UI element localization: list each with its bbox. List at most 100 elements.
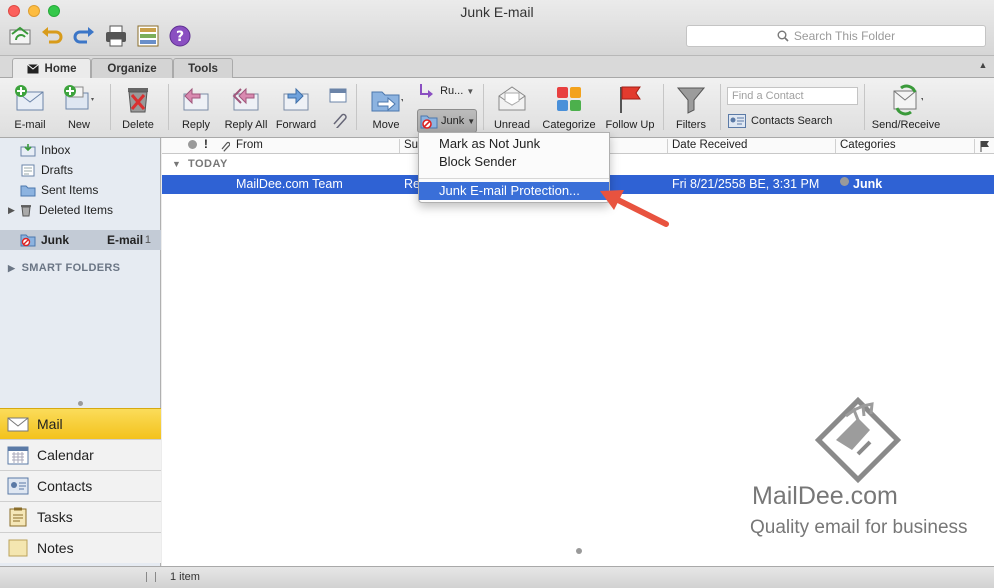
column-from[interactable]: From: [236, 139, 263, 151]
nav-tasks[interactable]: Tasks: [0, 501, 161, 532]
move-folder-icon: [371, 91, 403, 112]
watermark-brand: MailDee.com: [752, 482, 898, 510]
search-input[interactable]: Search This Folder: [686, 25, 986, 47]
categorize-button[interactable]: Categorize: [540, 82, 598, 134]
smart-folders-header[interactable]: ▶ SMART FOLDERS: [8, 262, 120, 274]
collapse-triangle-icon[interactable]: ▼: [172, 159, 181, 169]
tab-tools-label: Tools: [188, 62, 218, 75]
column-divider: [835, 139, 836, 153]
group-label: TODAY: [187, 158, 228, 170]
send-receive-icon: [893, 84, 923, 116]
follow-up-button[interactable]: Follow Up: [603, 82, 657, 134]
forward-label: Forward: [275, 119, 317, 131]
splitter-handle[interactable]: [576, 548, 582, 554]
column-divider: [667, 139, 668, 153]
contacts-search-button[interactable]: Contacts Search: [728, 112, 832, 130]
message-category: Junk: [853, 177, 883, 191]
nav-contacts[interactable]: Contacts: [0, 470, 161, 501]
disclosure-triangle-icon[interactable]: ▶: [8, 263, 15, 273]
junk-dropdown-menu: Mark as Not Junk Block Sender Junk E-mai…: [418, 132, 610, 203]
filters-label: Filters: [676, 119, 706, 131]
importance-column-icon[interactable]: !: [204, 139, 208, 151]
tab-tools[interactable]: Tools: [173, 58, 233, 78]
categorize-icon: [557, 87, 581, 111]
new-email-icon: [15, 85, 44, 111]
maildee-logo: [814, 396, 902, 484]
sidebar-item-label: Sent Items: [41, 183, 99, 197]
smart-folders-label: SMART FOLDERS: [21, 262, 121, 274]
splitter-handle[interactable]: [78, 401, 83, 406]
layout-icon[interactable]: [135, 24, 161, 48]
flag-icon: [620, 86, 641, 113]
help-icon[interactable]: ?: [167, 24, 193, 48]
ribbon-separator: [356, 84, 357, 130]
meeting-icon[interactable]: [328, 86, 348, 104]
sidebar-item-deleted[interactable]: ▶ Deleted Items: [0, 200, 161, 220]
sidebar-item-sent[interactable]: Sent Items: [0, 180, 161, 200]
junk-button[interactable]: Junk ▼: [417, 109, 477, 133]
column-subject[interactable]: Su: [404, 139, 418, 151]
ribbon-separator: [110, 84, 111, 130]
nav-notes[interactable]: Notes: [0, 532, 161, 563]
sidebar-item-label-2: E-mail: [107, 233, 144, 247]
forward-button[interactable]: Forward: [274, 82, 318, 134]
move-button[interactable]: Move: [362, 82, 410, 134]
nav-calendar[interactable]: Calendar: [0, 439, 161, 470]
filters-button[interactable]: Filters: [668, 82, 714, 134]
sidebar-item-junk[interactable]: Junk E-mail 1: [0, 230, 161, 250]
ribbon-separator: [720, 84, 721, 130]
read-status-column-icon[interactable]: [188, 140, 197, 149]
svg-text:?: ?: [176, 29, 184, 45]
new-item-button[interactable]: New: [57, 82, 101, 134]
new-email-label: E-mail: [14, 119, 46, 131]
categorize-label: Categorize: [542, 119, 596, 131]
search-icon: [777, 30, 789, 42]
redo-icon[interactable]: [71, 24, 97, 48]
watermark-tagline: Quality email for business: [750, 517, 968, 538]
message-from: MailDee.com Team: [236, 177, 343, 191]
column-date-received[interactable]: Date Received: [672, 139, 747, 151]
column-divider: [399, 139, 400, 153]
ribbon: E-mail New Delete Reply Reply All Forwar…: [0, 78, 994, 138]
unread-button[interactable]: Unread: [490, 82, 534, 134]
nav-label: Mail: [37, 416, 63, 432]
attachment-icon[interactable]: [328, 110, 348, 128]
mail-icon: [7, 417, 29, 432]
flag-column-icon[interactable]: [980, 140, 990, 152]
menu-item-mark-not-junk[interactable]: Mark as Not Junk: [419, 135, 609, 153]
column-categories[interactable]: Categories: [840, 139, 896, 151]
group-header-today[interactable]: ▼ TODAY: [172, 158, 228, 170]
print-icon[interactable]: [103, 24, 129, 48]
window-title: Junk E-mail: [460, 4, 534, 20]
rules-chevron-down-icon: ▼: [466, 86, 475, 96]
tab-home[interactable]: Home: [12, 58, 91, 79]
undo-icon[interactable]: [39, 24, 65, 48]
sidebar-item-label: Inbox: [41, 143, 71, 157]
title-bar: Junk E-mail ? Search This Folder: [0, 0, 994, 56]
collapse-ribbon-button[interactable]: ▲: [975, 60, 991, 74]
menu-item-junk-protection[interactable]: Junk E-mail Protection...: [419, 182, 609, 200]
delete-button[interactable]: Delete: [117, 82, 159, 134]
send-receive-button[interactable]: Send/Receive: [870, 82, 942, 134]
sidebar-item-drafts[interactable]: Drafts: [0, 160, 161, 180]
reply-button[interactable]: Reply: [175, 82, 217, 134]
disclosure-triangle-icon[interactable]: ▶: [8, 205, 15, 216]
tab-organize[interactable]: Organize: [91, 58, 173, 78]
sidebar-item-inbox[interactable]: Inbox: [0, 140, 161, 160]
annotation-arrow-icon: [600, 190, 669, 227]
sidebar-item-label: Drafts: [41, 163, 74, 177]
resize-grip[interactable]: [146, 572, 156, 582]
menu-item-block-sender[interactable]: Block Sender: [419, 153, 609, 171]
status-bar: 1 item: [0, 566, 994, 588]
attachment-column-icon[interactable]: [220, 140, 230, 152]
send-receive-quick-icon[interactable]: [7, 24, 33, 48]
nav-mail[interactable]: Mail: [0, 408, 161, 439]
rules-button[interactable]: Ru... ▼: [417, 82, 477, 104]
item-count: 1 item: [170, 571, 200, 583]
notes-icon: [8, 539, 28, 557]
reply-all-button[interactable]: Reply All: [222, 82, 270, 134]
navigation-pane: Mail Calendar Contacts Tasks Notes: [0, 408, 161, 563]
find-contact-input[interactable]: Find a Contact: [727, 87, 858, 105]
new-email-button[interactable]: E-mail: [8, 82, 52, 134]
sidebar-item-label: Junk: [41, 233, 70, 247]
